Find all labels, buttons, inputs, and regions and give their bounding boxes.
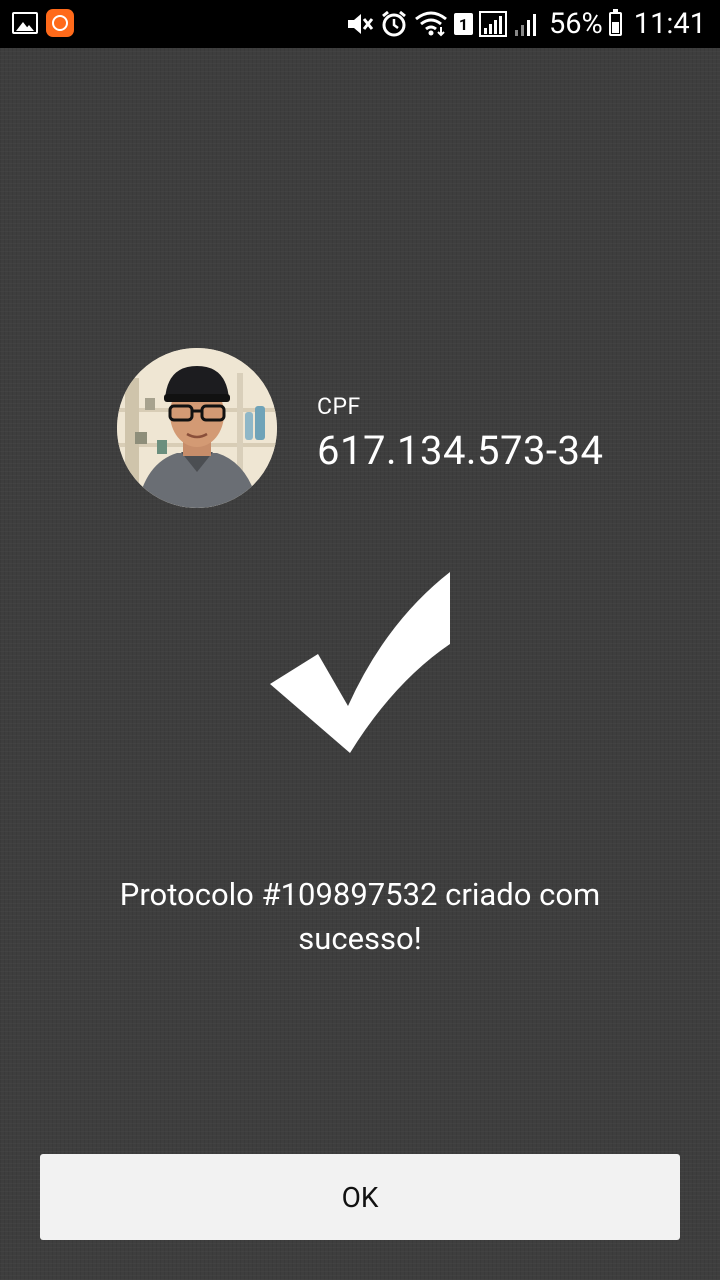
signal-icon — [478, 10, 543, 38]
clock: 11:41 — [633, 7, 706, 41]
gallery-icon — [12, 12, 38, 34]
wifi-icon — [414, 11, 448, 37]
battery-percent: 56% — [548, 7, 603, 41]
notification-icons — [12, 9, 74, 37]
cpf-label: CPF — [317, 393, 361, 420]
ok-button[interactable]: OK — [40, 1154, 680, 1240]
mute-icon — [346, 11, 374, 37]
battery-icon — [608, 9, 622, 36]
system-icons: 1 56% 11:41 — [346, 0, 706, 48]
status-bar: 1 56% 11:41 — [0, 0, 720, 48]
sim-slot-badge: 1 — [453, 13, 473, 35]
success-message: Protocolo #109897532 criado com sucesso! — [119, 876, 601, 957]
cpf-value: 617.134.573-34 — [317, 427, 604, 474]
profile-photo — [117, 348, 277, 508]
avatar — [117, 348, 277, 508]
checkmark-icon — [270, 572, 450, 753]
app-notification-icon — [46, 9, 74, 37]
screen: 1 56% 11:41 CPF 617.134.573-34 Protocolo… — [0, 0, 720, 1280]
alarm-icon — [380, 10, 408, 38]
